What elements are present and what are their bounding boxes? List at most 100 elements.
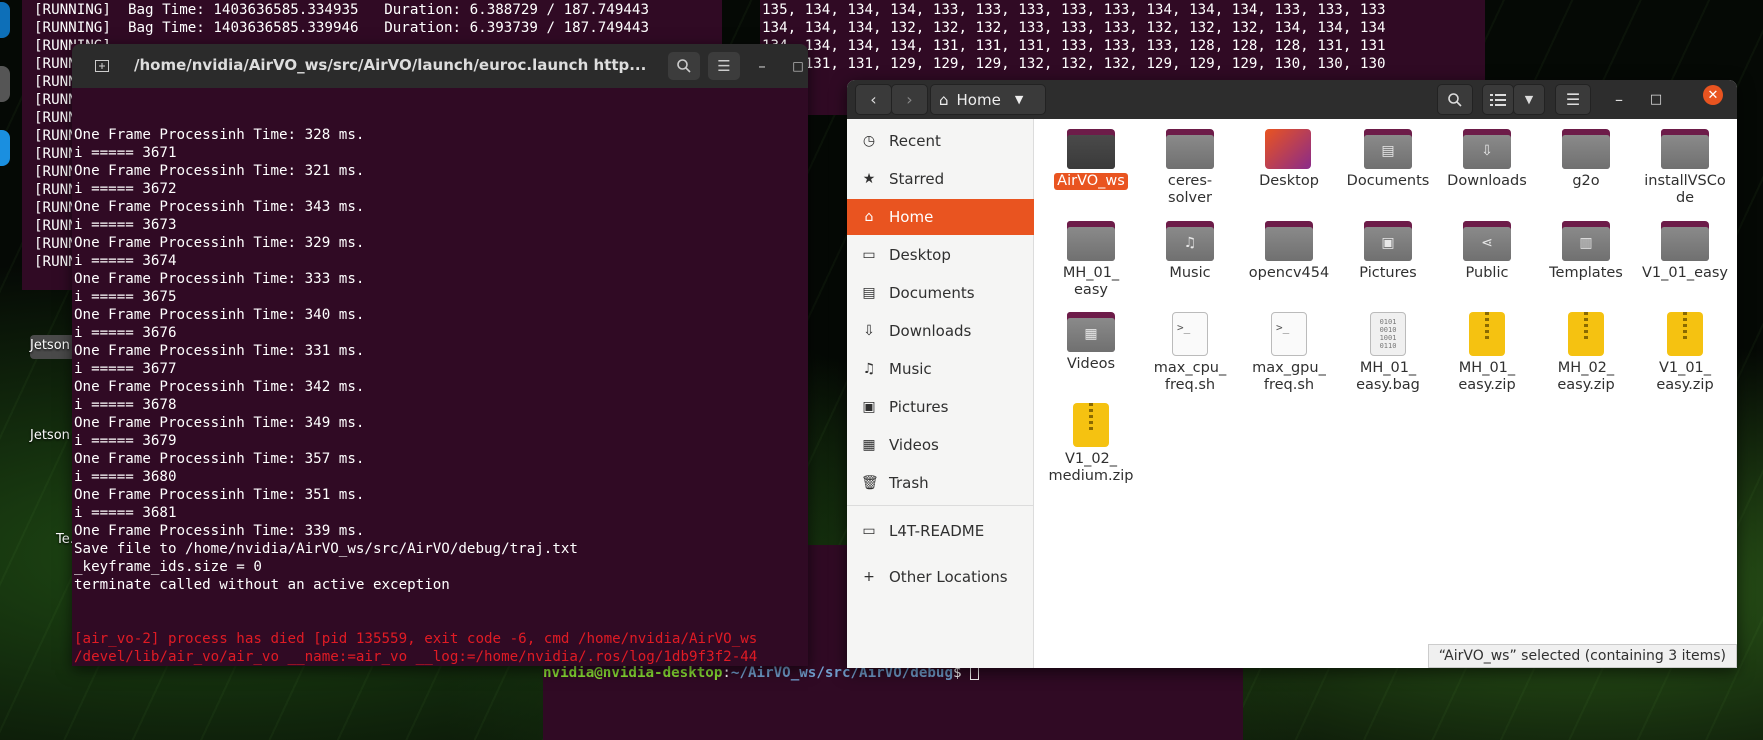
file-item[interactable]: Desktop [1241, 129, 1337, 190]
terminal-line: i ===== 3676 [74, 325, 177, 341]
archive-file-icon [1667, 312, 1703, 356]
sidebar-item-trash[interactable]: 🗑 Trash [847, 465, 1034, 501]
new-tab-icon[interactable] [86, 52, 118, 80]
terminal-output[interactable]: One Frame Processinh Time: 328 ms. i ====… [72, 88, 808, 666]
file-manager-window[interactable]: ‹ › ⌂ Home ▼ ▼ ☰ – □ ✕ ◷ Recent ★ Starred ⌂ H… [847, 80, 1737, 668]
terminal-line: One Frame Processinh Time: 351 ms. [74, 487, 365, 503]
sidebar-item-label: Downloads [889, 322, 972, 340]
file-name: Pictures [1359, 265, 1417, 281]
close-icon[interactable]: ✕ [1703, 85, 1723, 105]
sidebar-item-label: Videos [889, 436, 939, 454]
file-item[interactable]: >_ max_gpu_ freq.sh [1241, 312, 1337, 394]
file-name: MH_02_ easy.zip [1557, 360, 1615, 393]
file-name: Documents [1346, 173, 1430, 189]
terminal-line: One Frame Processinh Time: 343 ms. [74, 199, 365, 215]
location-home-button[interactable]: ⌂ Home ▼ [930, 84, 1046, 115]
folder-icon: ▦ [1067, 312, 1115, 352]
file-item[interactable]: ceres- solver [1142, 129, 1238, 207]
dock-app-icon[interactable] [0, 2, 10, 38]
file-item[interactable]: ⋖ Public [1439, 221, 1535, 282]
sidebar-item-music[interactable]: ♫ Music [847, 351, 1034, 387]
file-item[interactable]: MH_02_ easy.zip [1538, 312, 1634, 394]
sidebar-item-label: Home [889, 208, 934, 226]
terminal-line: [RUNNING] Bag Time: 1403636585.339946 Du… [34, 20, 649, 36]
file-name: g2o [1572, 173, 1600, 189]
dock-app-icon[interactable] [0, 130, 10, 166]
sidebar-item-desktop[interactable]: ▭ Desktop [847, 237, 1034, 273]
folder-icon [1562, 129, 1610, 169]
sidebar-item-documents[interactable]: ▤ Documents [847, 275, 1034, 311]
home-icon: ⌂ [939, 90, 949, 109]
minimize-icon[interactable]: – [1607, 84, 1631, 114]
file-grid[interactable]: “AirVO_ws” selected (containing 3 items)… [1035, 119, 1737, 668]
sidebar-item-starred[interactable]: ★ Starred [847, 161, 1034, 197]
file-item[interactable]: V1_01_ easy.zip [1637, 312, 1733, 394]
star-icon: ★ [862, 171, 876, 187]
file-item[interactable]: 0101 0010 1001 0110 MH_01_ easy.bag [1340, 312, 1436, 394]
file-item[interactable]: MH_01_ easy.zip [1439, 312, 1535, 394]
sidebar-separator [847, 505, 1034, 506]
file-item[interactable]: MH_01_ easy [1043, 221, 1139, 299]
file-item[interactable]: installVSCo de [1637, 129, 1733, 207]
dock-app-icon[interactable] [0, 66, 10, 102]
maximize-icon[interactable]: □ [788, 52, 808, 80]
folder-icon [1661, 221, 1709, 261]
terminal-line: One Frame Processinh Time: 331 ms. [74, 343, 365, 359]
folder-icon [1265, 221, 1313, 261]
trash-icon: 🗑 [861, 475, 879, 491]
search-icon [1448, 92, 1462, 107]
forward-button[interactable]: › [891, 84, 928, 115]
terminal-titlebar[interactable]: /home/nvidia/AirVO_ws/src/AirVO/launch/e… [72, 44, 808, 88]
folder-icon: ⋖ [1463, 221, 1511, 261]
file-item[interactable]: V1_01_easy [1637, 221, 1733, 282]
file-item[interactable]: ▣ Pictures [1340, 221, 1436, 282]
file-name: max_gpu_ freq.sh [1252, 360, 1326, 393]
menu-button[interactable]: ☰ [1555, 84, 1591, 115]
file-name: max_cpu_ freq.sh [1153, 360, 1227, 393]
file-item[interactable]: ♫ Music [1142, 221, 1238, 282]
view-options-button[interactable]: ▼ [1513, 84, 1545, 115]
drive-icon: ▭ [862, 523, 876, 539]
list-view-button[interactable] [1482, 84, 1514, 115]
sidebar-item-home[interactable]: ⌂ Home [847, 199, 1034, 235]
script-file-icon: >_ [1271, 312, 1307, 356]
terminal-line: i ===== 3675 [74, 289, 177, 305]
sidebar-item-recent[interactable]: ◷ Recent [847, 123, 1034, 159]
terminal-line: i ===== 3680 [74, 469, 177, 485]
sidebar-item-other-locations[interactable]: + Other Locations [847, 559, 1034, 595]
file-item[interactable]: ⇩ Downloads [1439, 129, 1535, 190]
file-name: V1_01_ easy.zip [1656, 360, 1714, 393]
terminal-line: Save file to /home/nvidia/AirVO_ws/src/A… [74, 541, 578, 557]
terminal-error-line: /devel/lib/air_vo/air_vo __name:=air_vo … [74, 649, 758, 665]
file-item[interactable]: AirVO_ws [1043, 129, 1139, 190]
file-item[interactable]: ▤ Documents [1340, 129, 1436, 190]
file-item[interactable]: g2o [1538, 129, 1634, 190]
terminal-window[interactable]: /home/nvidia/AirVO_ws/src/AirVO/launch/e… [72, 44, 808, 666]
sidebar-item-pictures[interactable]: ▣ Pictures [847, 389, 1034, 425]
archive-file-icon [1469, 312, 1505, 356]
terminal-line: One Frame Processinh Time: 339 ms. [74, 523, 365, 539]
maximize-icon[interactable]: □ [1644, 84, 1668, 114]
file-item[interactable]: opencv454 [1241, 221, 1337, 282]
file-item[interactable]: >_ max_cpu_ freq.sh [1142, 312, 1238, 394]
file-name: Videos [1066, 356, 1116, 372]
sidebar-item-label: Music [889, 360, 932, 378]
back-button[interactable]: ‹ [855, 84, 892, 115]
minimize-icon[interactable]: – [752, 52, 772, 80]
terminal-line: i ===== 3674 [74, 253, 177, 269]
file-name: V1_01_easy [1641, 265, 1729, 281]
file-manager-headerbar[interactable]: ‹ › ⌂ Home ▼ ▼ ☰ – □ ✕ [847, 80, 1737, 119]
file-item[interactable]: V1_02_ medium.zip [1043, 403, 1139, 485]
sidebar-item-l4t-readme[interactable]: ▭ L4T-README [847, 513, 1034, 549]
search-button[interactable] [1437, 84, 1473, 115]
file-item[interactable]: ▥ Templates [1538, 221, 1634, 282]
sidebar-item-videos[interactable]: ▦ Videos [847, 427, 1034, 463]
plus-icon: + [863, 569, 875, 585]
sidebar-item-downloads[interactable]: ⇩ Downloads [847, 313, 1034, 349]
menu-icon[interactable]: ☰ [708, 52, 740, 80]
terminal-line: i ===== 3678 [74, 397, 177, 413]
file-item[interactable]: ▦ Videos [1043, 312, 1139, 373]
search-icon[interactable] [668, 52, 700, 80]
terminal-line: 135, 134, 134, 134, 133, 133, 133, 133, … [762, 2, 1386, 18]
music-icon: ♫ [862, 361, 876, 377]
